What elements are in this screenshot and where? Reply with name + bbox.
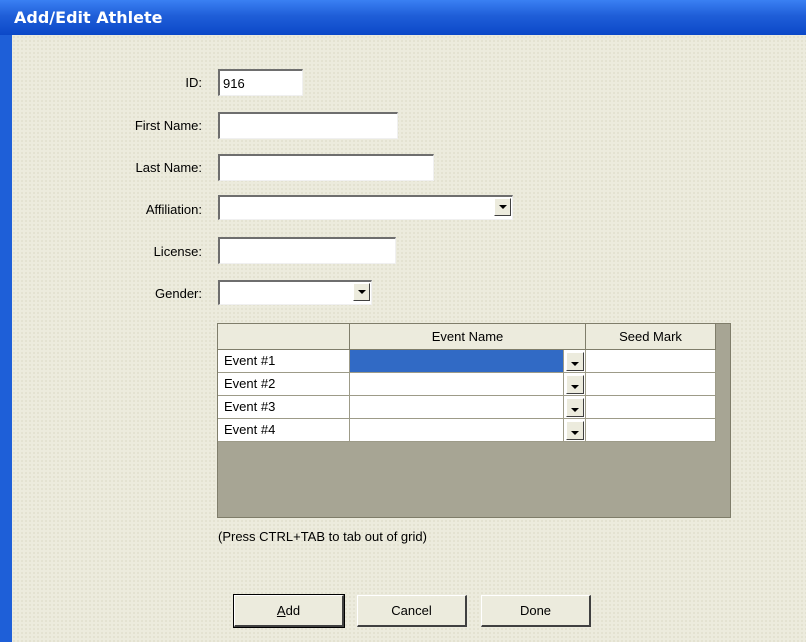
last-name-label: Last Name: [135, 160, 202, 175]
chevron-down-icon[interactable] [566, 398, 584, 417]
id-field[interactable] [218, 69, 303, 96]
event-name-cell[interactable] [350, 396, 564, 419]
event-name-cell[interactable] [350, 419, 564, 442]
last-name-field[interactable] [218, 154, 434, 181]
add-mnemonic: A [276, 603, 286, 618]
dropdown-cell [564, 373, 586, 396]
table-row: Event #3 [218, 396, 716, 419]
affiliation-select[interactable] [218, 195, 513, 220]
chevron-down-icon[interactable] [494, 198, 511, 216]
license-label: License: [153, 244, 202, 259]
gender-label: Gender: [155, 286, 202, 301]
first-name-label: First Name: [134, 118, 202, 133]
grid-corner-header [218, 324, 350, 350]
event-name-cell[interactable] [350, 373, 564, 396]
seed-mark-cell[interactable] [586, 350, 716, 373]
window-left-border [0, 35, 12, 642]
row-label[interactable]: Event #2 [218, 373, 350, 396]
seed-mark-column-header[interactable]: Seed Mark [586, 324, 716, 350]
license-field[interactable] [218, 237, 396, 264]
gender-select[interactable] [218, 280, 372, 305]
row-label[interactable]: Event #3 [218, 396, 350, 419]
seed-mark-cell[interactable] [586, 419, 716, 442]
title-bar[interactable]: Add/Edit Athlete [0, 0, 806, 35]
id-label: ID: [185, 75, 202, 90]
row-label[interactable]: Event #1 [218, 350, 350, 373]
dropdown-cell [564, 396, 586, 419]
row-label[interactable]: Event #4 [218, 419, 350, 442]
chevron-down-icon[interactable] [566, 352, 584, 371]
dropdown-cell [564, 419, 586, 442]
chevron-down-icon[interactable] [353, 283, 370, 301]
grid-hint-text: (Press CTRL+TAB to tab out of grid) [218, 529, 427, 544]
table-row: Event #4 [218, 419, 716, 442]
add-label: dd [285, 603, 301, 618]
seed-mark-cell[interactable] [586, 396, 716, 419]
chevron-down-icon[interactable] [566, 375, 584, 394]
window-title: Add/Edit Athlete [14, 8, 163, 27]
table-row: Event #2 [218, 373, 716, 396]
done-button[interactable]: Done [481, 595, 591, 627]
table-row: Event #1 [218, 350, 716, 373]
affiliation-label: Affiliation: [145, 202, 202, 217]
add-edit-athlete-dialog: Add/Edit Athlete ID: First Name: Last Na… [0, 0, 806, 642]
dropdown-cell [564, 350, 586, 373]
first-name-field[interactable] [218, 112, 398, 139]
events-grid[interactable]: Event Name Seed Mark Event #1 Event #2 E… [217, 323, 731, 518]
add-button[interactable]: Add [233, 594, 345, 628]
event-name-column-header[interactable]: Event Name [350, 324, 586, 350]
cancel-button[interactable]: Cancel [357, 595, 467, 627]
event-name-cell[interactable] [350, 350, 564, 373]
chevron-down-icon[interactable] [566, 421, 584, 440]
seed-mark-cell[interactable] [586, 373, 716, 396]
dialog-body: ID: First Name: Last Name: Affiliation: … [12, 35, 806, 642]
